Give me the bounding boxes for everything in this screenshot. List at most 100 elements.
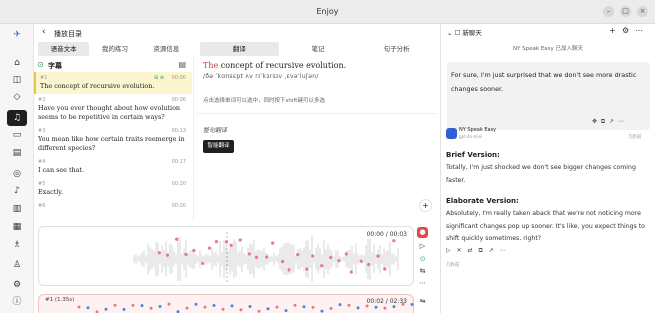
back-button[interactable]: ‹ — [42, 27, 46, 37]
settings-icon[interactable]: ⚙ — [9, 278, 25, 292]
tab-transcript[interactable]: 语音文本 — [38, 42, 90, 56]
info-icon[interactable]: ⓘ — [9, 295, 25, 309]
check-icon[interactable]: ⊙ — [417, 254, 428, 265]
transcript-panel: ⊙ 字幕 ▤ #1 ⊞ ⊕ 00:00 The concept of recur… — [34, 57, 192, 220]
message-actions: ✥ ⧉ ↗ ⋯ — [592, 118, 624, 126]
pitch-point — [175, 237, 179, 241]
chat-header: ⌄ ☐ 新聊天 + ⚙ ⋯ — [441, 24, 655, 39]
tab-translation[interactable]: 翻译 — [200, 42, 279, 56]
bot-model: gpt-4o-mini — [459, 134, 483, 139]
play-button[interactable]: ▷ — [417, 241, 428, 252]
transcript-segment[interactable]: #4 00:17 I can see that. — [34, 156, 192, 178]
pitch-point — [366, 262, 371, 267]
system-message: NY Speak Easy 已加入聊天 — [512, 46, 584, 52]
recording-pitch-point — [131, 303, 135, 307]
mute-icon[interactable]: ✕ — [457, 247, 464, 254]
profile-icon[interactable]: ♙ — [9, 258, 25, 272]
document-icon[interactable]: ▤ — [178, 60, 186, 69]
recording-pitch-point — [194, 302, 198, 306]
pitch-point — [349, 270, 353, 274]
recording-waveform[interactable]: #1 (1.35s) 00:02 / 02:33 — [38, 294, 414, 313]
transcript-header: ⊙ 字幕 ▤ — [34, 57, 192, 72]
close-button[interactable]: × — [637, 6, 648, 17]
translate-icon[interactable]: ⇄ — [468, 247, 475, 254]
pitch-point — [392, 239, 396, 243]
chat-settings-icon[interactable]: ⚙ — [622, 26, 629, 35]
segment-text: Have you ever thought about how evolutio… — [38, 104, 181, 121]
chat-more-icon[interactable]: ⋯ — [635, 26, 643, 35]
transcript-segment[interactable]: #3 00:13 You mean like how certain trait… — [34, 125, 192, 156]
tab-practice[interactable]: 我的练习 — [89, 42, 140, 56]
users-icon[interactable]: ♗ — [9, 238, 25, 252]
minimize-button[interactable]: – — [603, 6, 614, 17]
segment-time: 00:06 — [171, 97, 186, 103]
chat-panel: ⌄ ☐ 新聊天 + ⚙ ⋯ NY Speak Easy 已加入聊天 For su… — [440, 24, 655, 313]
chat-icon[interactable]: ◫ — [9, 73, 25, 87]
breadcrumb-label: 播放目录 — [54, 30, 82, 38]
current-sentence[interactable]: The concept of recursive evolution. — [203, 61, 346, 70]
book-icon[interactable]: ▥ — [9, 202, 25, 216]
notebook-icon[interactable]: ◎ — [9, 167, 25, 181]
recording-pitch-point — [311, 305, 315, 309]
recording-pitch-point — [203, 305, 207, 309]
sentence-ipa: /ðə ˈkɑnsɛpt ʌv rɪˈkɜrsɪv ˌɛvəˈluʃən/ — [203, 73, 319, 80]
segment-index: #5 — [38, 181, 46, 187]
user-message: For sure, I'm just surprised that we don… — [447, 62, 650, 130]
new-chat-icon[interactable]: + — [609, 26, 616, 35]
transcript-segment[interactable]: #1 ⊞ ⊕ 00:00 The concept of recursive ev… — [34, 72, 192, 94]
video-icon[interactable]: ▭ — [9, 128, 25, 142]
recordings-icon[interactable]: ♪ — [9, 184, 25, 198]
forward-icon[interactable]: ↗ — [609, 118, 614, 125]
more-actions-icon[interactable]: ⋯ — [500, 247, 508, 254]
play-audio-icon[interactable]: ▷ — [446, 247, 453, 254]
breadcrumb: ‹ 播放目录 — [34, 24, 440, 42]
add-button[interactable]: + — [419, 199, 432, 212]
transcript-segment[interactable]: #6 00:20 — [34, 200, 192, 212]
pitch-point — [207, 246, 212, 250]
speak-icon[interactable]: ✥ — [592, 118, 597, 125]
analysis-panel: The concept of recursive evolution. /ðə … — [193, 57, 440, 220]
bot-message-time: 几秒前 — [446, 263, 460, 268]
translate-button[interactable]: 智能翻译 — [203, 140, 234, 153]
caption-icon: ⊙ — [37, 60, 44, 69]
maximize-button[interactable]: □ — [620, 6, 631, 17]
copy-icon[interactable]: ⧉ — [478, 247, 484, 254]
audio-waveform[interactable]: 00:00 / 00:03 — [38, 226, 414, 286]
transcript-segment[interactable]: #2 00:06 Have you ever thought about how… — [34, 94, 192, 125]
more-actions-icon[interactable]: ⋯ — [618, 118, 624, 125]
recording-options-icon[interactable]: ⇋ — [417, 296, 428, 307]
learn-icon[interactable]: ◇ — [9, 90, 25, 104]
recording-pitch-point — [149, 306, 153, 310]
copy-icon[interactable]: ⧉ — [601, 118, 605, 125]
forward-icon[interactable]: ↗ — [489, 247, 496, 254]
home-icon[interactable]: ⌂ — [9, 56, 25, 70]
tab-sentence-analysis[interactable]: 句子分析 — [357, 42, 436, 56]
playback-time: 00:00 / 00:03 — [366, 231, 407, 238]
recording-pitch-point — [302, 305, 306, 309]
waveform-graphic[interactable] — [39, 227, 415, 287]
pitch-point — [296, 252, 300, 257]
record-button[interactable]: ● — [417, 227, 428, 238]
chat-title-row[interactable]: ⌄ ☐ 新聊天 — [447, 27, 482, 37]
pitch-point — [383, 267, 387, 271]
segment-index: #4 — [38, 159, 46, 165]
pitch-point — [157, 251, 161, 255]
tab-notes[interactable]: 笔记 — [279, 42, 358, 56]
segment-index: #6 — [38, 203, 46, 209]
selected-word[interactable]: The — [203, 61, 218, 70]
transcript-segment[interactable]: #5 00:20 Exactly. — [34, 178, 192, 200]
more-icon[interactable]: ⋯ — [417, 278, 428, 289]
recording-pitch-point — [212, 303, 216, 307]
pitch-point — [287, 268, 291, 272]
segment-time: 00:17 — [171, 159, 186, 165]
recording-label: #1 (1.35s) — [45, 297, 75, 303]
dictionary-icon[interactable]: ▦ — [9, 220, 25, 234]
repeat-icon[interactable]: ⇆ — [417, 266, 428, 277]
audio-icon[interactable]: ♫ — [7, 110, 27, 126]
recording-pitch-point — [239, 308, 243, 312]
tab-resource-info[interactable]: 资源信息 — [141, 42, 192, 56]
pitch-point — [337, 258, 341, 263]
documents-icon[interactable]: ▤ — [9, 146, 25, 160]
recording-pitch-point — [158, 305, 162, 309]
transcript-title: 字幕 — [48, 62, 62, 70]
